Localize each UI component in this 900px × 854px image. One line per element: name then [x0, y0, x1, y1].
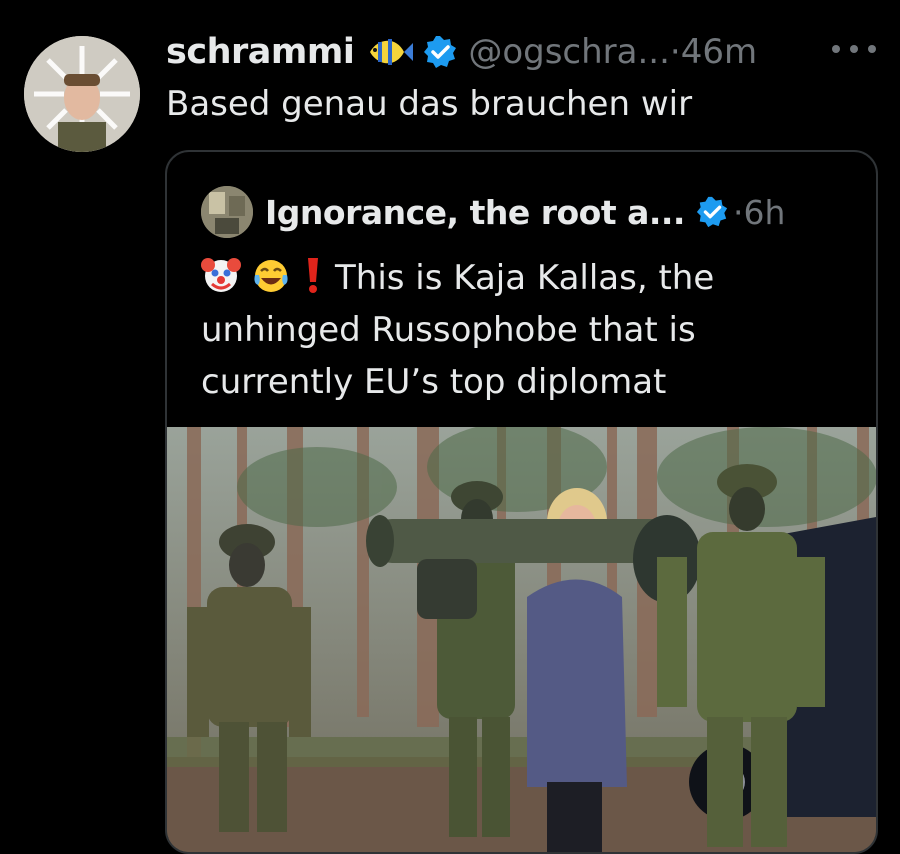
quoted-tweet-time[interactable]: ·6h [733, 193, 785, 232]
tweet-header: schrammi @ogschra... ·46m [166, 26, 757, 78]
more-options-icon[interactable] [832, 34, 876, 64]
quoted-tweet[interactable]: Ignorance, the root a... ·6h This is Kaj… [165, 150, 878, 854]
quoted-tweet-header: Ignorance, the root a... ·6h [201, 186, 785, 238]
author-handle[interactable]: @ogschra... [468, 32, 670, 72]
author-name[interactable]: schrammi [166, 32, 355, 72]
quoted-text-line-1: This is Kaja Kallas, the [201, 252, 861, 304]
tropical-fish-icon [364, 32, 414, 72]
quoted-text-line-1-words: This is Kaja Kallas, the [335, 258, 715, 298]
clown-face-emoji [201, 255, 241, 295]
quoted-author-avatar[interactable] [201, 186, 253, 238]
verified-icon[interactable] [422, 34, 458, 70]
quoted-text-line-3: currently EU’s top diplomat [201, 362, 667, 402]
exclamation-mark-emoji [301, 255, 325, 295]
author-avatar[interactable] [24, 36, 140, 152]
quoted-text-line-2: unhinged Russophobe that is [201, 310, 696, 350]
tweet-text: Based genau das brauchen wir [166, 84, 693, 124]
verified-icon[interactable] [695, 195, 729, 229]
quoted-tweet-text: This is Kaja Kallas, the unhinged Russop… [201, 252, 861, 408]
tears-of-joy-emoji [251, 255, 291, 295]
quoted-author-name[interactable]: Ignorance, the root a... [265, 193, 685, 232]
quoted-tweet-photo[interactable] [167, 427, 876, 852]
tweet-time[interactable]: ·46m [670, 32, 757, 72]
